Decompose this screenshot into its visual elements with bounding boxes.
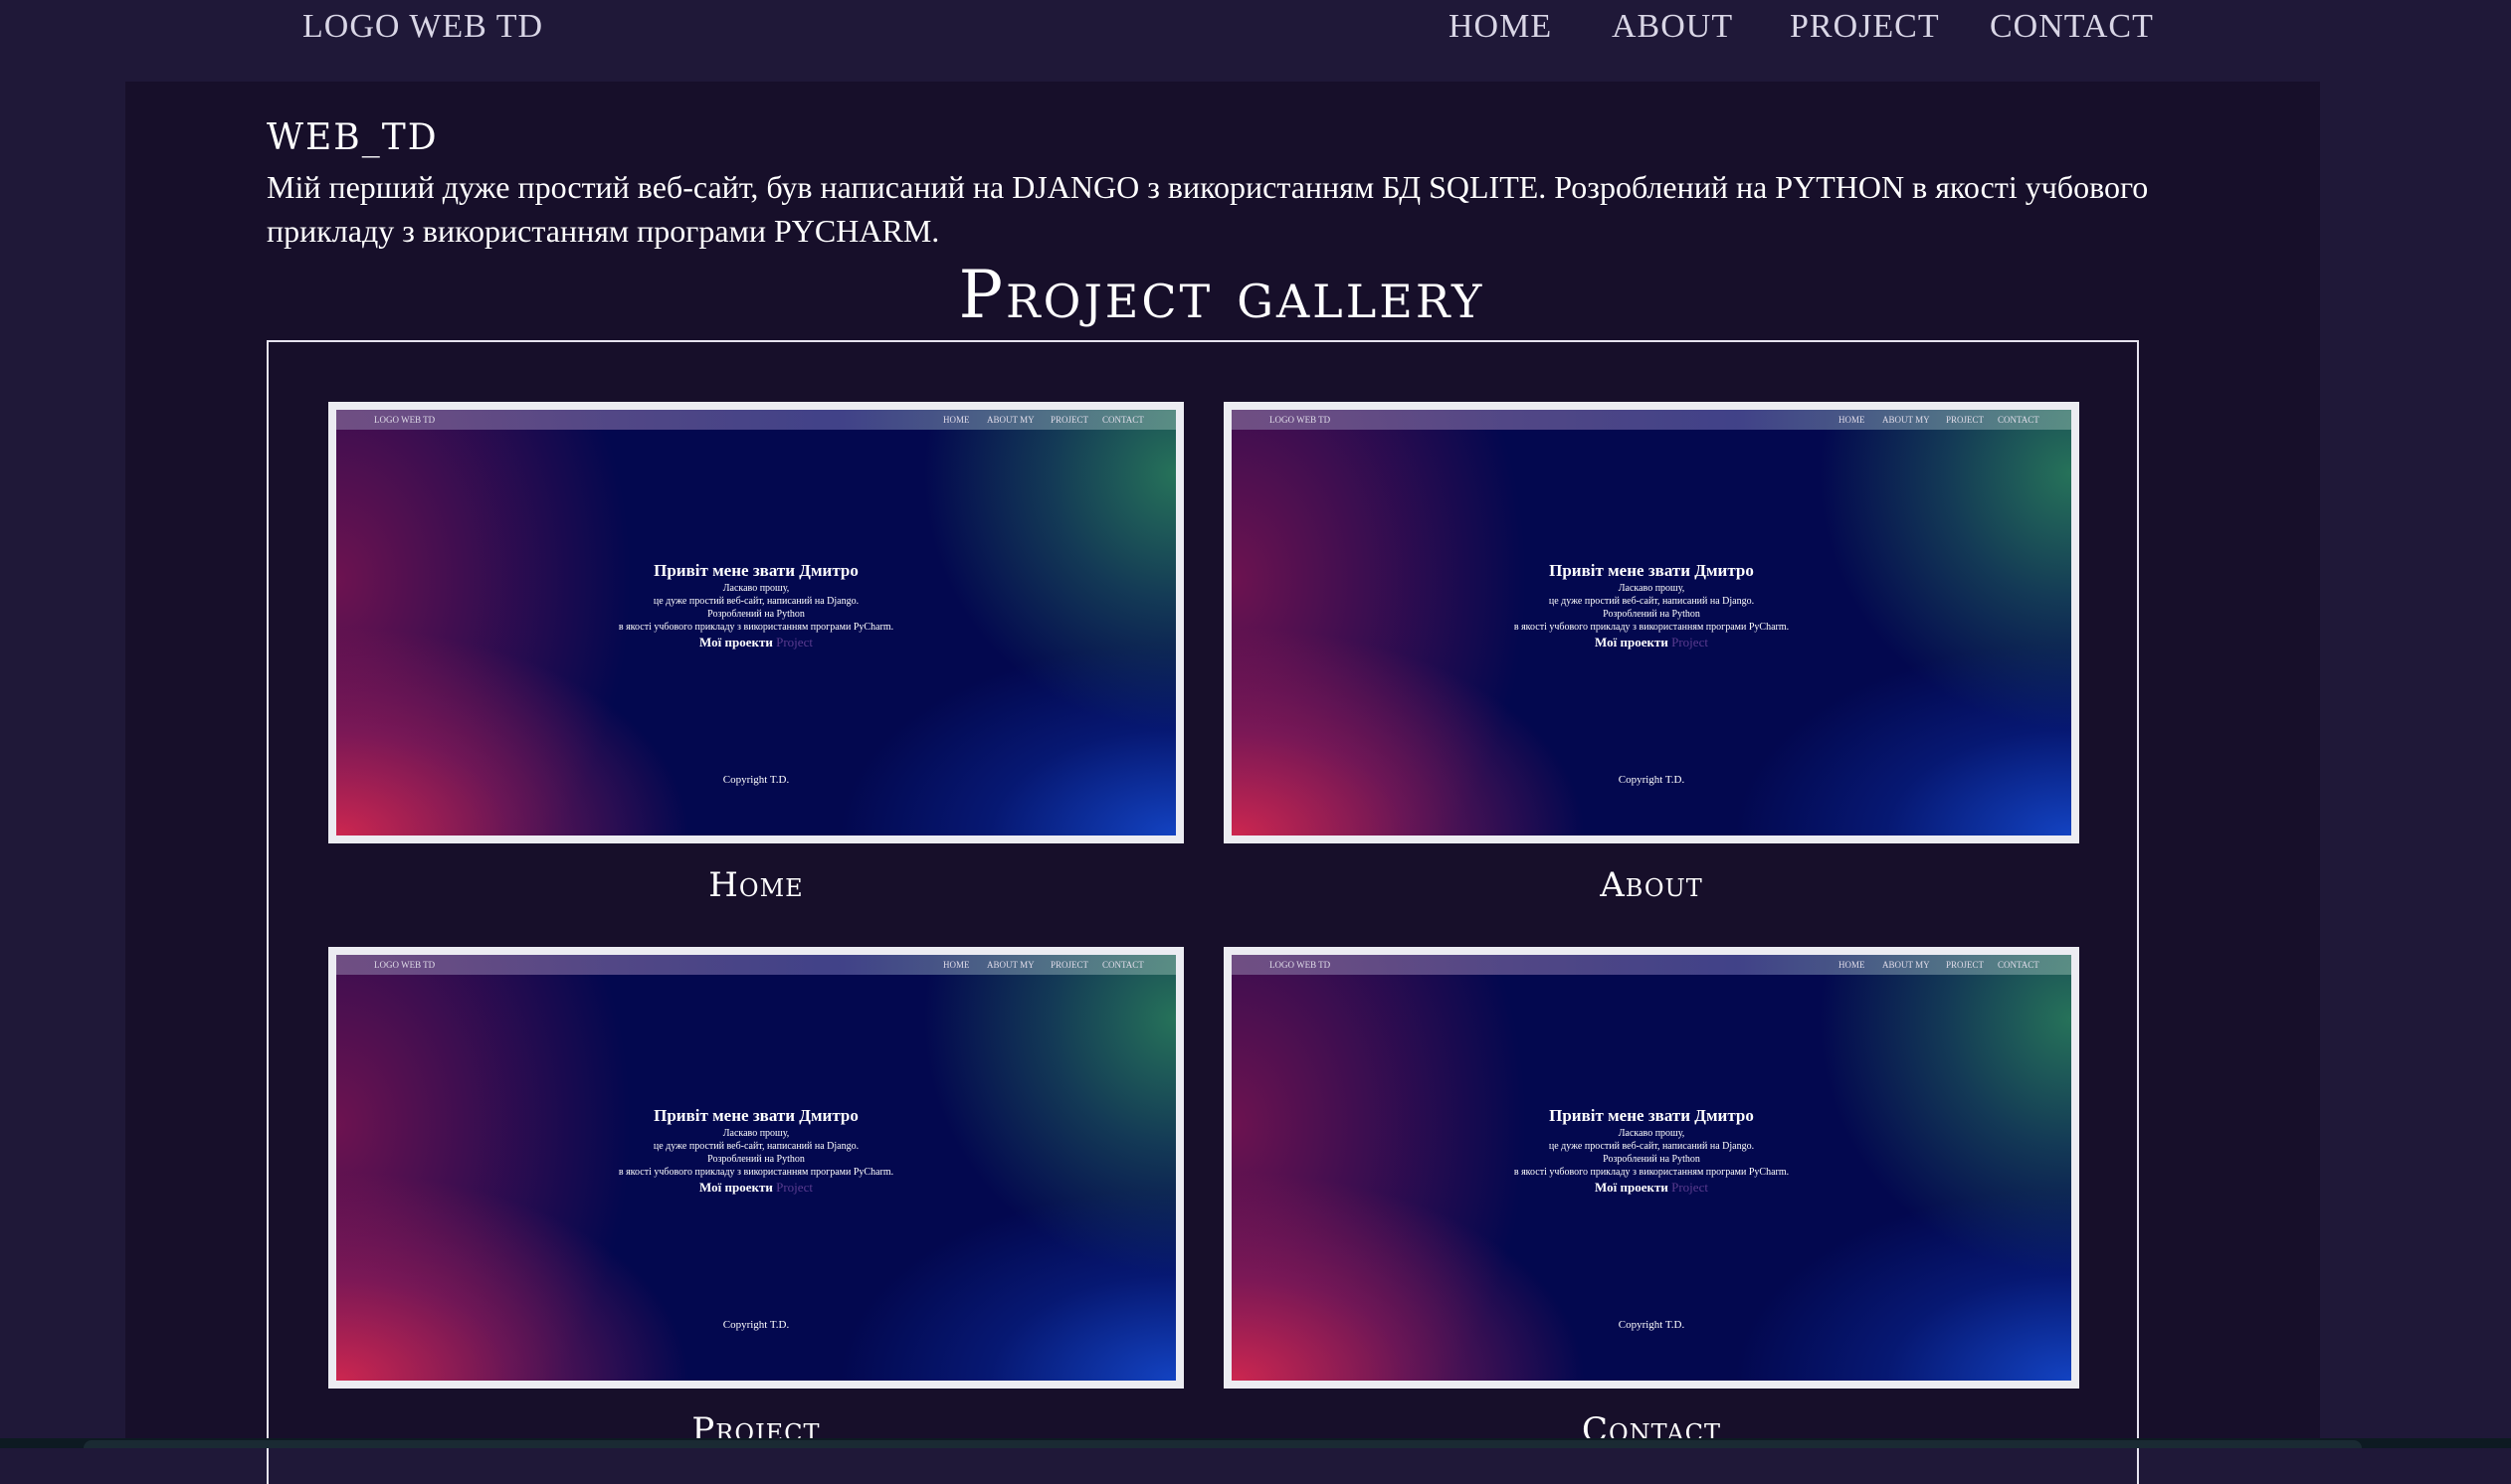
mini-projects: Мої проекти Project bbox=[336, 1180, 1176, 1196]
mini-nav-about: ABOUT MY bbox=[987, 960, 1035, 970]
mini-nav-about: ABOUT MY bbox=[1882, 960, 1930, 970]
mini-nav-home: HOME bbox=[1838, 415, 1865, 425]
mini-nav-about: ABOUT MY bbox=[1882, 415, 1930, 425]
nav-about[interactable]: ABOUT bbox=[1612, 8, 1733, 46]
nav-contact[interactable]: CONTACT bbox=[1990, 8, 2154, 46]
gallery-title: Project gallery bbox=[958, 257, 1485, 333]
gallery-caption-about[interactable]: About bbox=[1224, 865, 2079, 905]
mini-projects-label: Мої проекти bbox=[699, 635, 773, 649]
project-gallery: LOGO WEB TD HOME ABOUT MY PROJECT CONTAC… bbox=[267, 340, 2139, 1484]
nav-home[interactable]: HOME bbox=[1449, 8, 1552, 46]
mini-line: Ласкаво прошу, bbox=[1618, 583, 1685, 594]
mini-nav-home: HOME bbox=[1838, 960, 1865, 970]
mini-projects: Мої проекти Project bbox=[336, 635, 1176, 650]
mini-line: Ласкаво прошу, bbox=[1618, 1128, 1685, 1139]
site-name: WEB_TD bbox=[267, 117, 439, 158]
mini-projects: Мої проекти Project bbox=[1232, 635, 2071, 650]
mini-line: Ласкаво прошу, bbox=[722, 1128, 790, 1139]
mini-heading: Привіт мене звати Дмитро bbox=[1549, 1106, 1754, 1125]
mini-nav-project: PROJECT bbox=[1946, 960, 1985, 970]
mini-projects-link: Project bbox=[1671, 635, 1708, 649]
nav-project[interactable]: PROJECT bbox=[1790, 8, 1940, 46]
mini-projects-label: Мої проекти bbox=[699, 1180, 773, 1195]
mini-line: Розроблений на Python bbox=[707, 609, 805, 620]
mini-nav-about: ABOUT MY bbox=[987, 415, 1035, 425]
mini-line: в якості учбового прикладу з використанн… bbox=[618, 622, 894, 633]
mini-nav-project: PROJECT bbox=[1051, 415, 1089, 425]
mini-line: Ласкаво прошу, bbox=[722, 583, 790, 594]
mini-line: в якості учбового прикладу з використанн… bbox=[618, 1167, 894, 1178]
gallery-card-project: LOGO WEB TD HOME ABOUT MY PROJECT CONTAC… bbox=[328, 947, 1184, 1450]
mini-heading: Привіт мене звати Дмитро bbox=[654, 561, 859, 580]
mini-nav-home: HOME bbox=[943, 415, 970, 425]
mini-nav-contact: CONTACT bbox=[1102, 415, 1144, 425]
mini-line: в якості учбового прикладу з використанн… bbox=[1513, 622, 1790, 633]
project-thumbnail-about[interactable]: LOGO WEB TD HOME ABOUT MY PROJECT CONTAC… bbox=[1224, 402, 2079, 843]
mini-line: це дуже простий веб-сайт, написаний на D… bbox=[653, 1141, 860, 1152]
mini-copyright: Copyright T.D. bbox=[1618, 1319, 1685, 1331]
intro-text: Мій перший дуже простий веб-сайт, був на… bbox=[267, 169, 2149, 249]
mini-copyright: Copyright T.D. bbox=[722, 1319, 790, 1331]
mini-line: Розроблений на Python bbox=[1603, 609, 1700, 620]
mini-line: Розроблений на Python bbox=[707, 1154, 805, 1165]
mini-navbar: LOGO WEB TD HOME ABOUT MY PROJECT CONTAC… bbox=[336, 955, 1176, 975]
mini-navbar: LOGO WEB TD HOME ABOUT MY PROJECT CONTAC… bbox=[1232, 955, 2071, 975]
mini-logo: LOGO WEB TD bbox=[374, 960, 436, 970]
mini-nav-project: PROJECT bbox=[1051, 960, 1089, 970]
mini-line: це дуже простий веб-сайт, написаний на D… bbox=[653, 596, 860, 607]
mini-nav-contact: CONTACT bbox=[1998, 415, 2039, 425]
mini-heading: Привіт мене звати Дмитро bbox=[1549, 561, 1754, 580]
mini-navbar: LOGO WEB TD HOME ABOUT MY PROJECT CONTAC… bbox=[336, 410, 1176, 430]
mini-navbar: LOGO WEB TD HOME ABOUT MY PROJECT CONTAC… bbox=[1232, 410, 2071, 430]
mini-logo: LOGO WEB TD bbox=[1269, 415, 1331, 425]
mini-copyright: Copyright T.D. bbox=[1618, 774, 1685, 786]
mini-line: це дуже простий веб-сайт, написаний на D… bbox=[1548, 596, 1755, 607]
mini-projects-label: Мої проекти bbox=[1595, 635, 1668, 649]
mini-nav-home: HOME bbox=[943, 960, 970, 970]
project-thumbnail-contact[interactable]: LOGO WEB TD HOME ABOUT MY PROJECT CONTAC… bbox=[1224, 947, 2079, 1389]
mini-nav-contact: CONTACT bbox=[1102, 960, 1144, 970]
mini-heading: Привіт мене звати Дмитро bbox=[654, 1106, 859, 1125]
project-thumbnail-home[interactable]: LOGO WEB TD HOME ABOUT MY PROJECT CONTAC… bbox=[328, 402, 1184, 843]
mini-copyright: Copyright T.D. bbox=[722, 774, 790, 786]
mini-nav-contact: CONTACT bbox=[1998, 960, 2039, 970]
mini-logo: LOGO WEB TD bbox=[374, 415, 436, 425]
gallery-card-about: LOGO WEB TD HOME ABOUT MY PROJECT CONTAC… bbox=[1224, 402, 2079, 905]
logo[interactable]: LOGO WEB TD bbox=[302, 8, 543, 46]
gallery-caption-home[interactable]: Home bbox=[328, 865, 1184, 905]
mini-projects-link: Project bbox=[776, 1180, 813, 1195]
gallery-card-contact: LOGO WEB TD HOME ABOUT MY PROJECT CONTAC… bbox=[1224, 947, 2079, 1450]
horizontal-scrollbar[interactable] bbox=[84, 1440, 2362, 1448]
top-navbar: LOGO WEB TD HOME ABOUT PROJECT CONTACT bbox=[0, 0, 2511, 82]
mini-projects-label: Мої проекти bbox=[1595, 1180, 1668, 1195]
mini-line: це дуже простий веб-сайт, написаний на D… bbox=[1548, 1141, 1755, 1152]
mini-projects-link: Project bbox=[776, 635, 813, 649]
mini-nav-project: PROJECT bbox=[1946, 415, 1985, 425]
gallery-card-home: LOGO WEB TD HOME ABOUT MY PROJECT CONTAC… bbox=[328, 402, 1184, 905]
mini-projects: Мої проекти Project bbox=[1232, 1180, 2071, 1196]
mini-line: в якості учбового прикладу з використанн… bbox=[1513, 1167, 1790, 1178]
mini-logo: LOGO WEB TD bbox=[1269, 960, 1331, 970]
project-thumbnail-project[interactable]: LOGO WEB TD HOME ABOUT MY PROJECT CONTAC… bbox=[328, 947, 1184, 1389]
mini-projects-link: Project bbox=[1671, 1180, 1708, 1195]
mini-line: Розроблений на Python bbox=[1603, 1154, 1700, 1165]
